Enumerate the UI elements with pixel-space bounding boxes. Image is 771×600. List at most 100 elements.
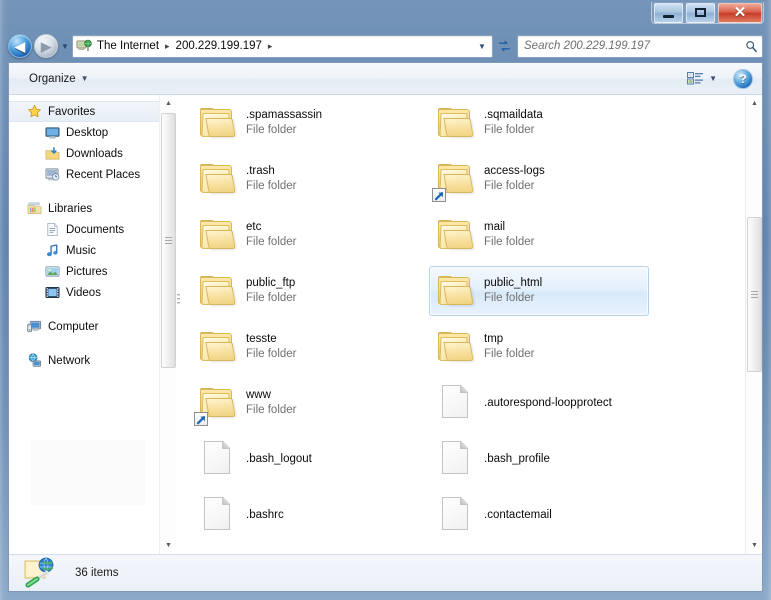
sidebar-item-label: Downloads bbox=[66, 147, 123, 160]
libraries-icon bbox=[27, 201, 43, 217]
file-tile-text: .contactemail bbox=[484, 500, 552, 530]
navigation-pane-scrollbar[interactable]: ▲ ▼ bbox=[159, 95, 176, 554]
close-icon: ✕ bbox=[733, 4, 747, 21]
refresh-icon bbox=[498, 40, 510, 51]
minimize-icon bbox=[663, 14, 674, 18]
minimize-button[interactable] bbox=[654, 2, 683, 23]
close-button[interactable]: ✕ bbox=[718, 2, 762, 23]
file-tile[interactable]: .contactemail bbox=[429, 490, 649, 540]
file-tile[interactable]: public_html File folder bbox=[429, 266, 649, 316]
sidebar-item-label: Pictures bbox=[66, 265, 108, 278]
file-tile[interactable]: .bash_logout bbox=[191, 434, 411, 484]
file-tile[interactable]: mail File folder bbox=[429, 210, 649, 260]
network-icon bbox=[27, 352, 43, 369]
file-list-view[interactable]: .spamassassin File folder .trash File folde… bbox=[181, 95, 745, 554]
nav-pane-empty-area bbox=[31, 440, 145, 505]
file-name: tmp bbox=[484, 333, 504, 345]
file-type: File folder bbox=[246, 124, 297, 136]
file-name: .sqmaildata bbox=[484, 109, 543, 121]
star-icon bbox=[27, 104, 43, 120]
address-bar[interactable]: The Internet ▸ 200.229.199.197 ▸ ▼ bbox=[72, 34, 493, 58]
file-tile[interactable]: .autorespond-loopprotect bbox=[429, 378, 649, 428]
forward-button[interactable]: ▶ bbox=[34, 34, 58, 58]
content-scroll-thumb[interactable] bbox=[747, 217, 762, 372]
file-tile[interactable]: public_ftp File folder bbox=[191, 266, 411, 316]
back-arrow-icon: ◀ bbox=[15, 38, 25, 54]
navigation-pane: Favorites Desktop Downloads Recent Places Li… bbox=[9, 95, 159, 554]
sidebar-item-videos[interactable]: Videos bbox=[9, 282, 159, 303]
content-scroll-up-button[interactable]: ▲ bbox=[746, 95, 763, 112]
file-list-scrollbar[interactable]: ▲ ▼ bbox=[745, 95, 762, 554]
grip-icon bbox=[751, 291, 758, 298]
document-icon-wrap bbox=[194, 437, 240, 481]
file-tile-text: tmp File folder bbox=[484, 332, 535, 362]
breadcrumb-item-1[interactable]: 200.229.199.197 bbox=[173, 39, 265, 53]
sidebar-item-pictures[interactable]: Pictures bbox=[9, 261, 159, 282]
maximize-icon bbox=[695, 8, 706, 17]
file-tile-text: etc File folder bbox=[246, 220, 297, 250]
triangle-down-icon: ▼ bbox=[165, 542, 172, 549]
recent-pages-dropdown[interactable]: ▼ bbox=[58, 35, 72, 57]
sidebar-item-network[interactable]: Network bbox=[9, 350, 159, 371]
folder-icon-wrap bbox=[432, 213, 478, 257]
breadcrumb-separator-icon-1[interactable]: ▸ bbox=[265, 41, 276, 52]
grip-icon bbox=[165, 237, 172, 244]
file-tile[interactable]: tmp File folder bbox=[429, 322, 649, 372]
file-tile-text: .autorespond-loopprotect bbox=[484, 388, 612, 418]
address-dropdown-button[interactable]: ▼ bbox=[474, 39, 490, 55]
search-box[interactable] bbox=[517, 34, 763, 58]
sidebar-item-label: Documents bbox=[66, 223, 125, 236]
file-tile[interactable]: www File folder bbox=[191, 378, 411, 428]
document-icon-wrap bbox=[432, 437, 478, 481]
file-type: File folder bbox=[484, 292, 535, 304]
breadcrumb-separator-icon-0[interactable]: ▸ bbox=[162, 41, 173, 52]
sidebar-item-desktop[interactable]: Desktop bbox=[9, 122, 159, 143]
search-input[interactable] bbox=[524, 40, 744, 52]
file-tile[interactable]: tesste File folder bbox=[191, 322, 411, 372]
triangle-down-icon: ▼ bbox=[751, 542, 758, 549]
content-scroll-down-button[interactable]: ▼ bbox=[746, 537, 763, 554]
file-name: .autorespond-loopprotect bbox=[484, 397, 612, 409]
change-view-button[interactable]: ▼ bbox=[683, 68, 721, 89]
nav-scroll-down-button[interactable]: ▼ bbox=[160, 537, 177, 554]
folder-icon-wrap bbox=[194, 101, 240, 145]
breadcrumb-item-0[interactable]: The Internet bbox=[94, 39, 162, 53]
file-tile-text: access-logs File folder bbox=[484, 164, 545, 194]
sidebar-item-label: Network bbox=[48, 354, 91, 367]
maximize-button[interactable] bbox=[686, 2, 715, 23]
sidebar-item-favorites[interactable]: Favorites bbox=[9, 101, 159, 122]
file-tile[interactable]: .spamassassin File folder bbox=[191, 98, 411, 148]
file-tile[interactable]: etc File folder bbox=[191, 210, 411, 260]
sidebar-item-libraries[interactable]: Libraries bbox=[9, 198, 159, 219]
file-tile[interactable]: access-logs File folder bbox=[429, 154, 649, 204]
refresh-button[interactable] bbox=[493, 35, 515, 58]
folder-icon-wrap bbox=[432, 325, 478, 369]
chevron-down-icon: ▼ bbox=[61, 41, 69, 51]
sidebar-item-computer[interactable]: Computer bbox=[9, 316, 159, 337]
document-icon bbox=[204, 441, 230, 474]
navigation-list: Favorites Desktop Downloads Recent Places Li… bbox=[9, 95, 159, 371]
file-type: File folder bbox=[484, 180, 535, 192]
sidebar-item-recent-places[interactable]: Recent Places bbox=[9, 164, 159, 185]
folder-icon bbox=[200, 220, 236, 249]
document-icon bbox=[442, 497, 468, 530]
ftp-folder-globe-icon bbox=[23, 556, 63, 590]
nav-scroll-up-button[interactable]: ▲ bbox=[160, 95, 177, 112]
sidebar-item-documents[interactable]: Documents bbox=[9, 219, 159, 240]
file-type: File folder bbox=[484, 236, 535, 248]
help-button[interactable]: ? bbox=[733, 68, 753, 89]
sidebar-item-downloads[interactable]: Downloads bbox=[9, 143, 159, 164]
file-tile[interactable]: .bashrc bbox=[191, 490, 411, 540]
file-type: File folder bbox=[484, 348, 535, 360]
folder-icon-wrap bbox=[194, 325, 240, 369]
file-tile[interactable]: .trash File folder bbox=[191, 154, 411, 204]
organize-button[interactable]: Organize ▼ bbox=[23, 70, 95, 88]
back-button[interactable]: ◀ bbox=[8, 34, 32, 58]
nav-scroll-thumb[interactable] bbox=[161, 113, 176, 368]
shortcut-overlay-icon bbox=[194, 412, 208, 426]
file-tile[interactable]: .sqmaildata File folder bbox=[429, 98, 649, 148]
file-tile[interactable]: .bash_profile bbox=[429, 434, 649, 484]
file-name: public_html bbox=[484, 277, 543, 289]
sidebar-item-music[interactable]: Music bbox=[9, 240, 159, 261]
